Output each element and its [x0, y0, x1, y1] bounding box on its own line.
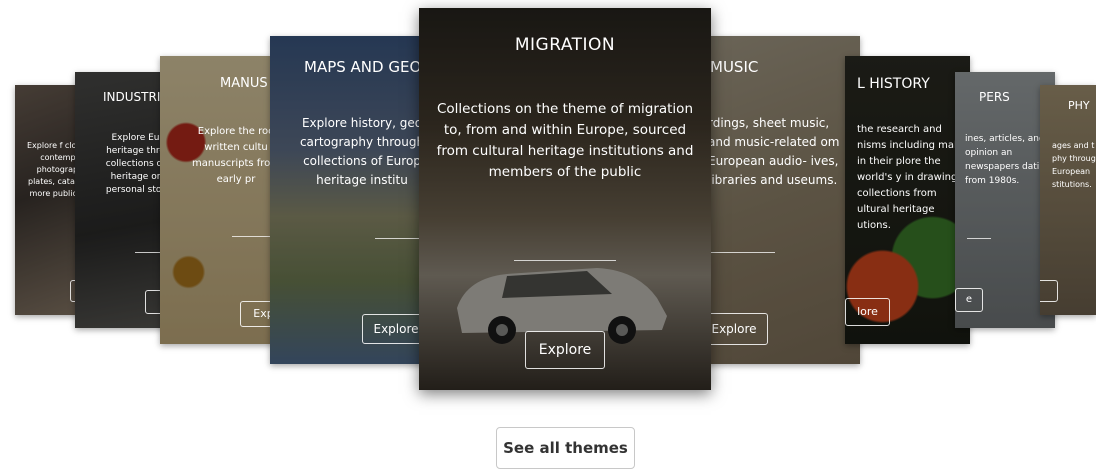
theme-card-music[interactable]: MUSIC rdings, sheet music, and music-rel… [700, 36, 860, 364]
card-title: L HISTORY [857, 76, 930, 92]
themes-carousel: F Explore f clothing contempor photograp… [0, 0, 1096, 400]
card-description: ages and t phy throug European stitution… [1052, 141, 1096, 189]
card-description: the research and nisms including mals in… [857, 124, 966, 231]
card-description: Explore history, geo cartography through… [299, 116, 425, 187]
card-title: MUSIC [710, 58, 759, 76]
card-title: MIGRATION [514, 35, 616, 55]
explore-button[interactable]: lore [845, 298, 890, 326]
theme-card-maps[interactable]: MAPS AND GEO Explore history, geo cartog… [270, 36, 430, 364]
explore-button[interactable]: e [955, 288, 983, 312]
card-description: Collections on the theme of migration to… [436, 101, 694, 180]
see-all-themes-button[interactable]: See all themes [496, 427, 635, 469]
card-title: MAPS AND GEO [304, 58, 422, 76]
explore-button[interactable]: Explore [525, 331, 605, 369]
card-description: rdings, sheet music, and music-related o… [708, 116, 840, 187]
theme-card-migration[interactable]: MIGRATION Collections on the theme of mi… [419, 8, 711, 390]
card-title: PHY [1068, 99, 1090, 112]
explore-button[interactable] [1040, 280, 1058, 302]
divider [514, 260, 616, 261]
theme-card-natural-history[interactable]: L HISTORY the research and nisms includi… [845, 56, 970, 344]
theme-card-photography[interactable]: PHY ages and t phy throug European stitu… [1040, 85, 1096, 315]
